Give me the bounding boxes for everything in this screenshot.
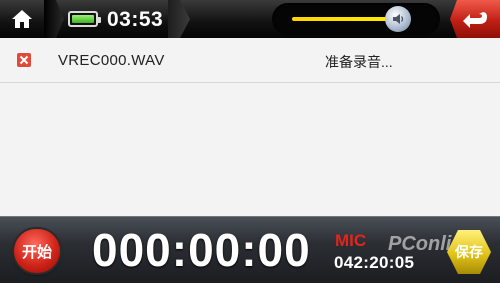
volume-knob[interactable]	[385, 6, 411, 32]
volume-slider[interactable]	[272, 3, 440, 35]
home-icon	[12, 10, 32, 28]
remaining-time: 042:20:05	[334, 253, 415, 272]
top-bar-divider	[44, 0, 64, 38]
start-button[interactable]: 开始	[14, 229, 60, 273]
recording-timer: 000:00:00	[92, 224, 311, 276]
recording-filename: VREC000.WAV	[58, 52, 165, 69]
recording-status: 准备录音...	[325, 54, 393, 70]
input-source-label: MIC	[335, 231, 367, 250]
list-item[interactable]: VREC000.WAV 准备录音...	[0, 38, 500, 83]
top-bar: 03:53	[0, 0, 500, 38]
back-button[interactable]	[450, 0, 500, 38]
volume-track[interactable]	[292, 17, 387, 21]
clock: 03:53	[107, 8, 164, 31]
battery-fill	[72, 15, 94, 23]
battery-icon	[68, 11, 101, 27]
control-bar: 开始 000:00:00 MIC 042:20:05 PConline 保存	[0, 216, 500, 283]
delete-icon[interactable]	[17, 53, 31, 67]
recording-list: VREC000.WAV 准备录音...	[0, 38, 500, 216]
home-button[interactable]	[0, 0, 44, 38]
back-arrow-icon	[463, 12, 487, 28]
speaker-icon	[393, 14, 404, 24]
top-bar-divider	[168, 0, 190, 38]
